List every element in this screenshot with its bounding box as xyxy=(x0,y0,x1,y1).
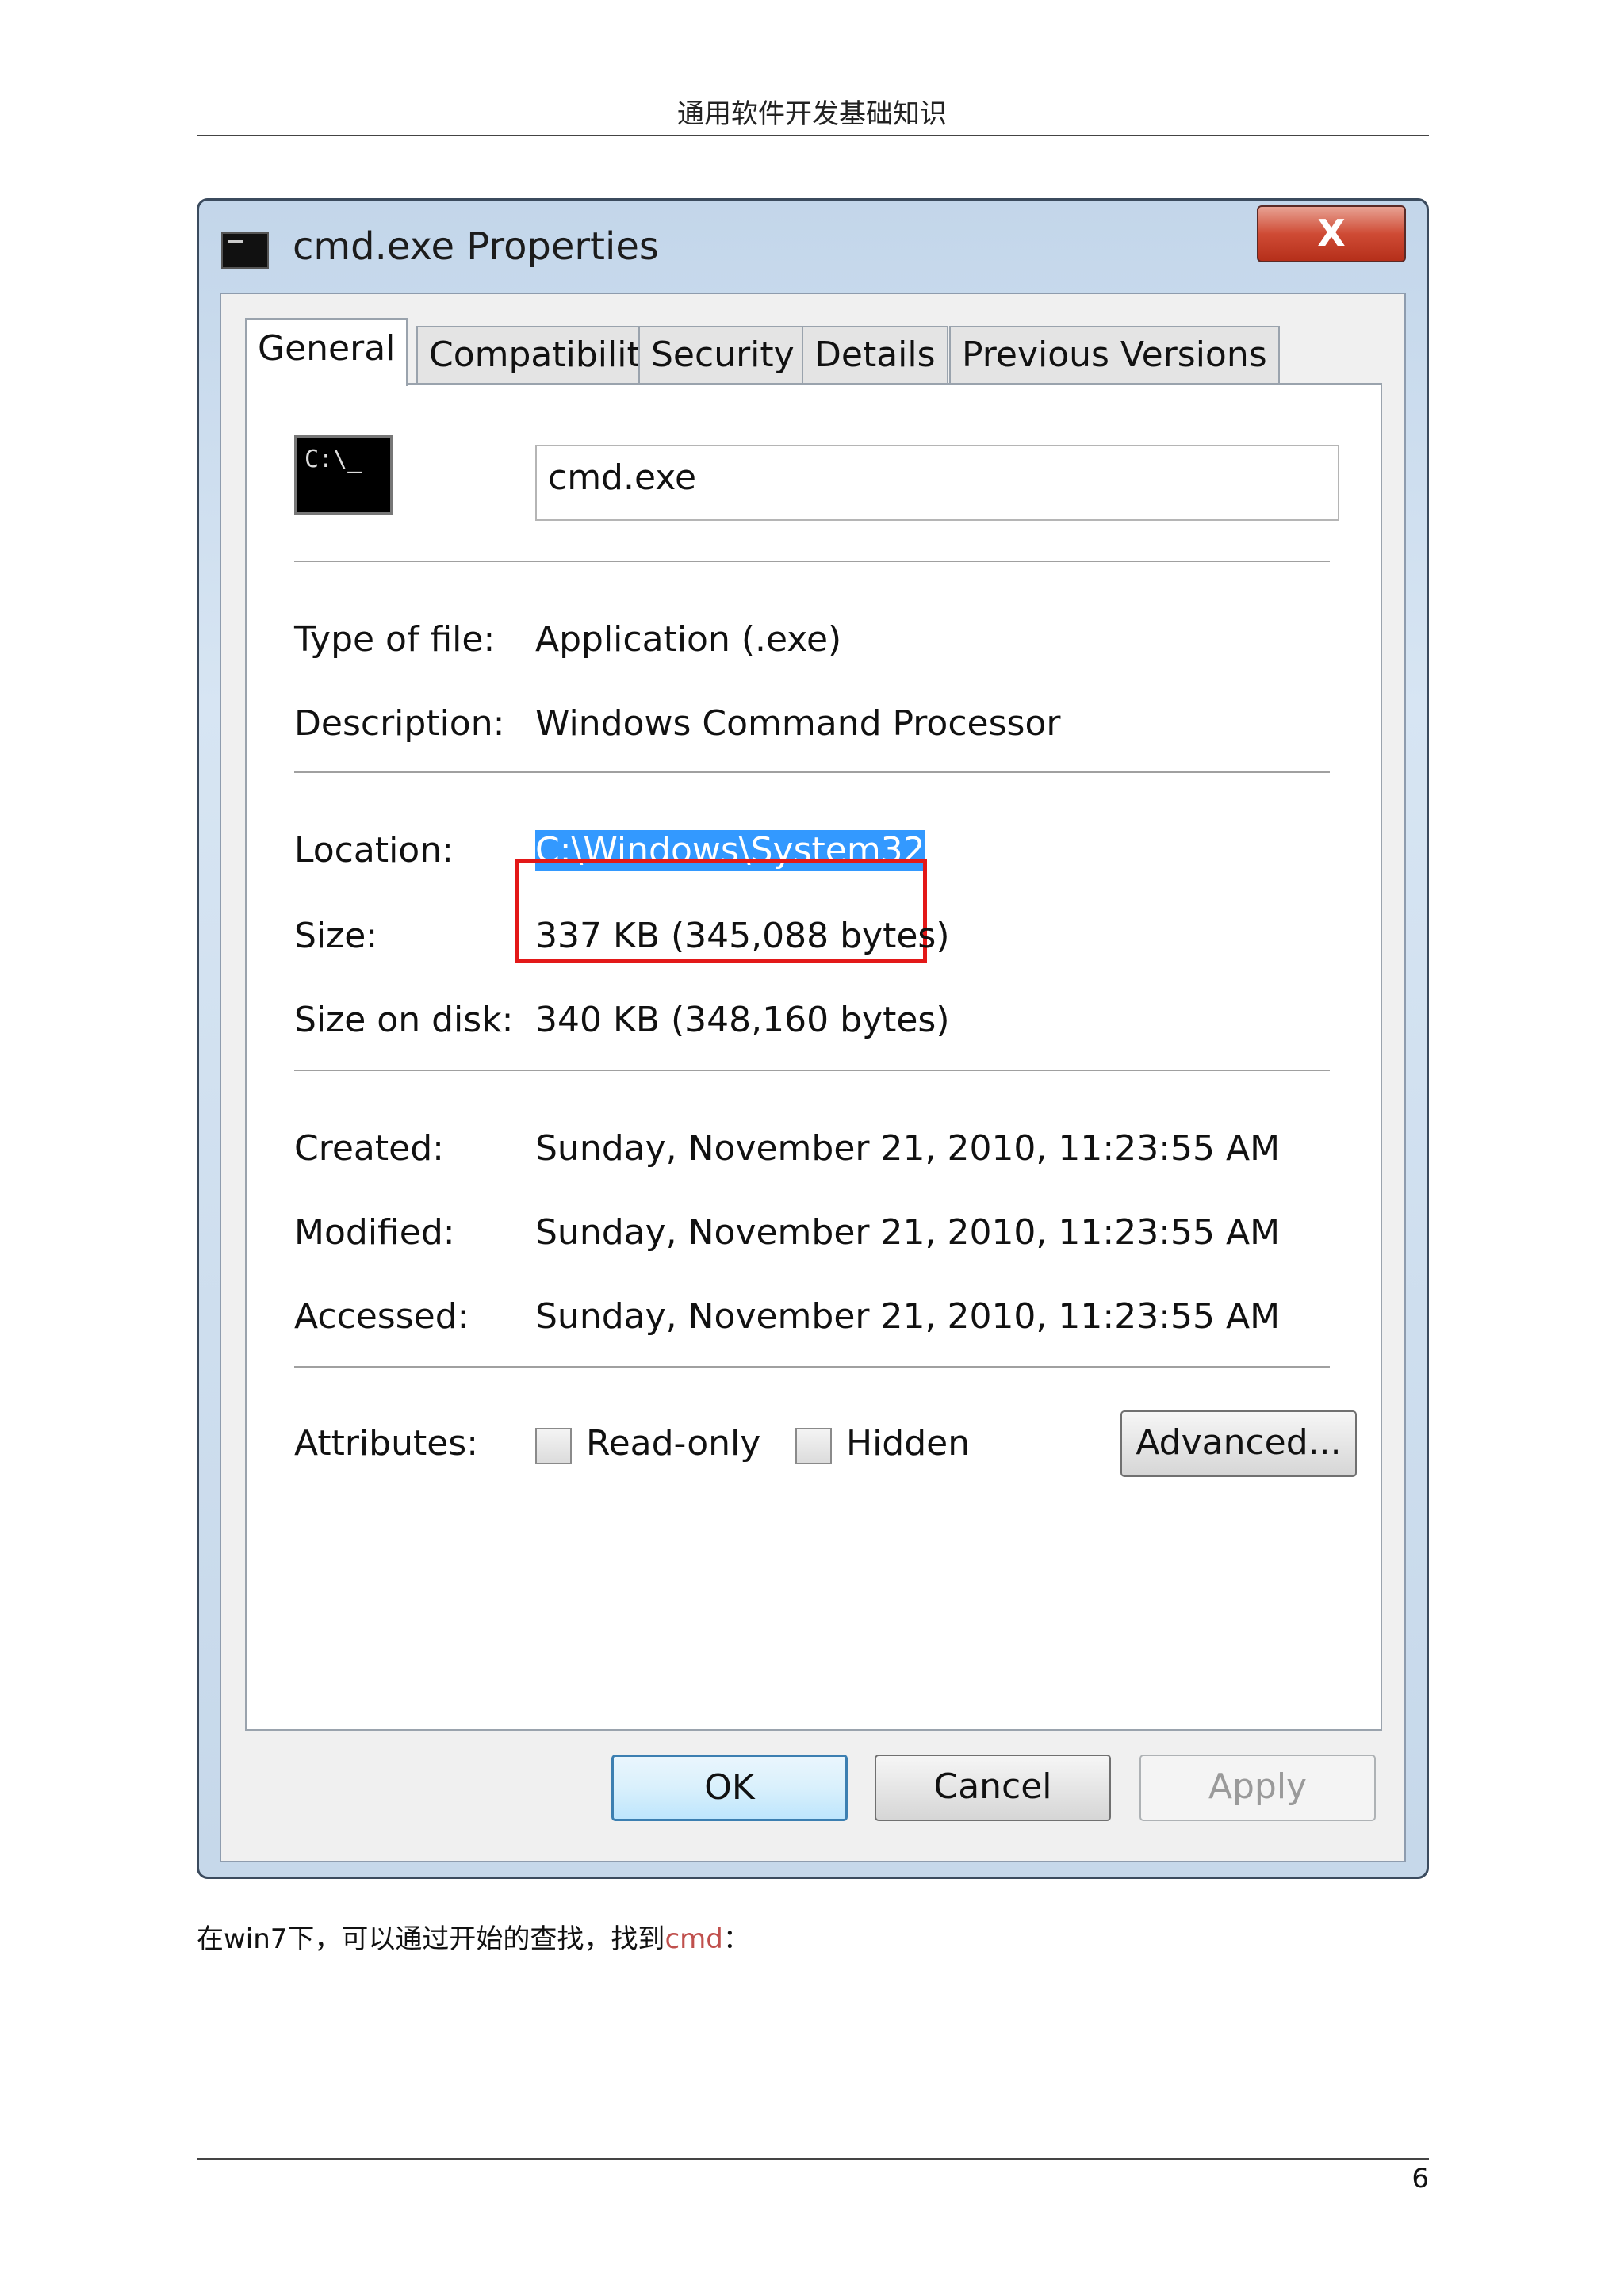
type-of-file-label: Type of file: xyxy=(294,619,496,660)
command-prompt-icon xyxy=(221,232,269,269)
advanced-button[interactable]: Advanced... xyxy=(1120,1410,1357,1477)
apply-button[interactable]: Apply xyxy=(1139,1755,1376,1821)
size-on-disk-label: Size on disk: xyxy=(294,1000,514,1040)
tab-previous-versions[interactable]: Previous Versions xyxy=(949,326,1280,385)
page-header: 通用软件开发基础知识 xyxy=(677,98,947,130)
modified-label: Modified: xyxy=(294,1212,455,1253)
file-name-field[interactable]: cmd.exe xyxy=(535,445,1339,521)
properties-window: cmd.exe Properties X General Compatibili… xyxy=(197,198,1429,1879)
size-label: Size: xyxy=(294,916,378,956)
header-rule xyxy=(197,135,1429,136)
accessed-value: Sunday, November 21, 2010, 11:23:55 AM xyxy=(535,1296,1281,1337)
description-value: Windows Command Processor xyxy=(535,703,1061,744)
attributes-label: Attributes: xyxy=(294,1423,479,1464)
caption: 在win7下，可以通过开始的查找，找到cmd： xyxy=(197,1917,750,1956)
divider xyxy=(294,1070,1330,1071)
type-of-file-value: Application (.exe) xyxy=(535,619,842,660)
created-value: Sunday, November 21, 2010, 11:23:55 AM xyxy=(535,1128,1281,1169)
footer-rule xyxy=(197,2158,1429,2160)
location-label: Location: xyxy=(294,830,454,871)
tab-compatibility[interactable]: Compatibility xyxy=(416,326,674,385)
dialog-body: General Compatibility Security Details P… xyxy=(220,293,1406,1862)
hidden-label[interactable]: Hidden xyxy=(846,1423,970,1464)
close-button[interactable]: X xyxy=(1257,205,1406,262)
ok-button[interactable]: OK xyxy=(611,1755,848,1821)
command-prompt-file-icon: C:\_ xyxy=(294,435,393,515)
cancel-button[interactable]: Cancel xyxy=(875,1755,1111,1821)
tab-details[interactable]: Details xyxy=(802,326,948,385)
window-title: cmd.exe Properties xyxy=(293,224,659,269)
size-on-disk-value: 340 KB (348,160 bytes) xyxy=(535,1000,950,1040)
caption-colon: ： xyxy=(722,1923,750,1955)
accessed-label: Accessed: xyxy=(294,1296,469,1337)
readonly-label[interactable]: Read-only xyxy=(586,1423,760,1464)
readonly-checkbox[interactable] xyxy=(535,1428,572,1464)
general-tab-panel: C:\_ cmd.exe Type of file: Application (… xyxy=(245,383,1382,1731)
caption-text: 在win7下，可以通过开始的查找，找到 xyxy=(197,1923,665,1955)
divider xyxy=(294,771,1330,773)
caption-keyword: cmd xyxy=(665,1923,723,1955)
hidden-checkbox[interactable] xyxy=(795,1428,832,1464)
divider xyxy=(294,1366,1330,1368)
tab-general[interactable]: General xyxy=(245,318,408,386)
created-label: Created: xyxy=(294,1128,444,1169)
modified-value: Sunday, November 21, 2010, 11:23:55 AM xyxy=(535,1212,1281,1253)
size-value: 337 KB (345,088 bytes) xyxy=(535,916,950,956)
divider xyxy=(294,561,1330,562)
tab-security[interactable]: Security xyxy=(638,326,807,385)
description-label: Description: xyxy=(294,703,505,744)
page-number: 6 xyxy=(1411,2163,1429,2195)
